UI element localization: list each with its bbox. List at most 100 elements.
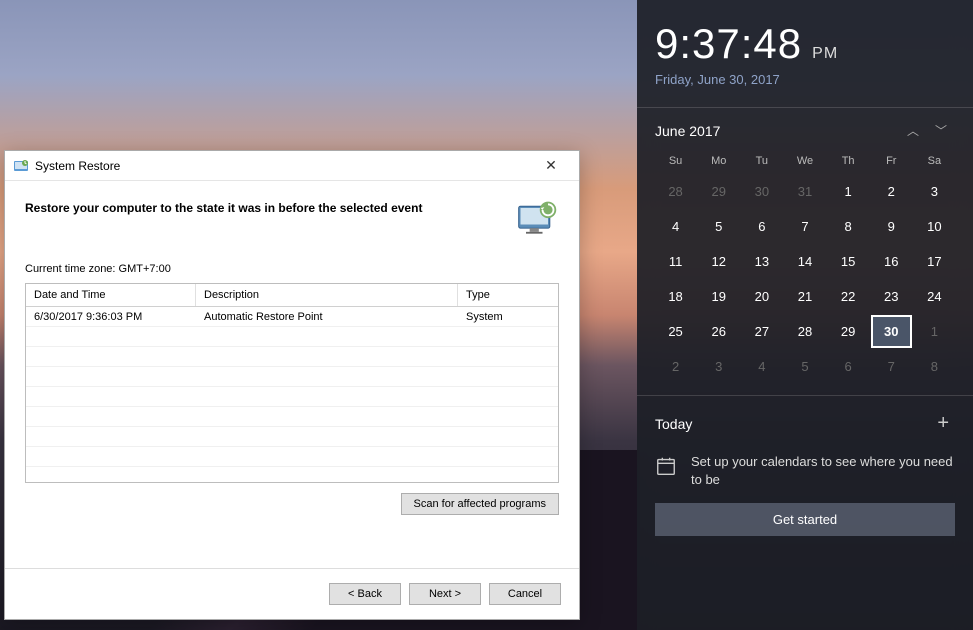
- calendar-dow: Mo: [698, 149, 739, 173]
- calendar-day[interactable]: 30: [741, 175, 782, 208]
- column-description[interactable]: Description: [196, 284, 458, 306]
- calendar-day[interactable]: 19: [698, 280, 739, 313]
- empty-row: [26, 467, 558, 483]
- cell-description: Automatic Restore Point: [196, 309, 458, 325]
- grid-header: Date and Time Description Type: [26, 284, 558, 307]
- agenda-message: Set up your calendars to see where you n…: [691, 453, 955, 489]
- calendar-dow: Su: [655, 149, 696, 173]
- scan-affected-button[interactable]: Scan for affected programs: [401, 493, 559, 515]
- cancel-button[interactable]: Cancel: [489, 583, 561, 605]
- plus-icon: +: [937, 412, 949, 434]
- system-restore-icon: [13, 158, 29, 174]
- calendar-day[interactable]: 16: [871, 245, 912, 278]
- calendar-day[interactable]: 27: [741, 315, 782, 348]
- calendar-day[interactable]: 9: [871, 210, 912, 243]
- add-event-button[interactable]: +: [931, 410, 955, 437]
- calendar-month-label[interactable]: June 2017: [655, 123, 899, 139]
- clock-calendar-flyout: 9:37:48 PM Friday, June 30, 2017 June 20…: [637, 0, 973, 630]
- next-button[interactable]: Next >: [409, 583, 481, 605]
- agenda-title: Today: [655, 416, 931, 432]
- calendar-day-today[interactable]: 30: [871, 315, 912, 348]
- close-icon: ✕: [545, 157, 557, 174]
- clock-time-value: 9:37:48: [655, 20, 802, 68]
- empty-row: [26, 447, 558, 467]
- wizard-footer: < Back Next > Cancel: [5, 568, 579, 619]
- calendar-day[interactable]: 15: [828, 245, 869, 278]
- calendar-day[interactable]: 3: [914, 175, 955, 208]
- calendar-day[interactable]: 14: [784, 245, 825, 278]
- table-row[interactable]: 6/30/2017 9:36:03 PMAutomatic Restore Po…: [26, 307, 558, 327]
- calendar-day[interactable]: 1: [828, 175, 869, 208]
- calendar-day[interactable]: 12: [698, 245, 739, 278]
- calendar-header: June 2017 ︿ ﹀: [655, 108, 955, 149]
- calendar-dow: Tu: [741, 149, 782, 173]
- calendar-day[interactable]: 7: [784, 210, 825, 243]
- calendar-day[interactable]: 11: [655, 245, 696, 278]
- calendar-day[interactable]: 24: [914, 280, 955, 313]
- calendar-day[interactable]: 3: [698, 350, 739, 383]
- calendar-day[interactable]: 18: [655, 280, 696, 313]
- calendar-dow: Sa: [914, 149, 955, 173]
- calendar-day[interactable]: 22: [828, 280, 869, 313]
- calendar-prev-button[interactable]: ︿: [899, 122, 927, 139]
- calendar-day[interactable]: 31: [784, 175, 825, 208]
- page-heading: Restore your computer to the state it wa…: [25, 197, 505, 215]
- content-body: Current time zone: GMT+7:00 Date and Tim…: [5, 251, 579, 568]
- column-type[interactable]: Type: [458, 284, 558, 306]
- system-restore-window: System Restore ✕ Restore your computer t…: [4, 150, 580, 620]
- calendar-day[interactable]: 4: [655, 210, 696, 243]
- clock-date[interactable]: Friday, June 30, 2017: [655, 72, 955, 87]
- calendar-grid: SuMoTuWeThFrSa28293031123456789101112131…: [655, 149, 955, 383]
- calendar-day[interactable]: 25: [655, 315, 696, 348]
- clock-ampm: PM: [812, 45, 838, 63]
- chevron-up-icon: ︿: [907, 124, 919, 138]
- divider: [637, 395, 973, 396]
- calendar-day[interactable]: 8: [914, 350, 955, 383]
- calendar-day[interactable]: 6: [828, 350, 869, 383]
- calendar-next-button[interactable]: ﹀: [927, 122, 955, 139]
- cell-type: System: [458, 309, 558, 325]
- calendar-day[interactable]: 13: [741, 245, 782, 278]
- titlebar[interactable]: System Restore ✕: [5, 151, 579, 181]
- calendar-day[interactable]: 7: [871, 350, 912, 383]
- calendar-day[interactable]: 20: [741, 280, 782, 313]
- column-datetime[interactable]: Date and Time: [26, 284, 196, 306]
- calendar-dow: Fr: [871, 149, 912, 173]
- empty-row: [26, 387, 558, 407]
- calendar-day[interactable]: 28: [655, 175, 696, 208]
- calendar-day[interactable]: 6: [741, 210, 782, 243]
- timezone-label: Current time zone: GMT+7:00: [25, 263, 559, 275]
- calendar-day[interactable]: 10: [914, 210, 955, 243]
- calendar-day[interactable]: 2: [655, 350, 696, 383]
- back-button[interactable]: < Back: [329, 583, 401, 605]
- get-started-button[interactable]: Get started: [655, 503, 955, 536]
- clock-time: 9:37:48 PM: [655, 20, 955, 68]
- empty-row: [26, 427, 558, 447]
- restore-monitor-icon: [515, 197, 559, 241]
- calendar-day[interactable]: 21: [784, 280, 825, 313]
- calendar-day[interactable]: 2: [871, 175, 912, 208]
- empty-row: [26, 367, 558, 387]
- calendar-day[interactable]: 1: [914, 315, 955, 348]
- calendar-day[interactable]: 23: [871, 280, 912, 313]
- content-header: Restore your computer to the state it wa…: [5, 181, 579, 251]
- cell-datetime: 6/30/2017 9:36:03 PM: [26, 309, 196, 325]
- empty-row: [26, 347, 558, 367]
- calendar-day[interactable]: 5: [698, 210, 739, 243]
- restore-points-grid[interactable]: Date and Time Description Type 6/30/2017…: [25, 283, 559, 483]
- calendar-day[interactable]: 8: [828, 210, 869, 243]
- chevron-down-icon: ﹀: [935, 124, 947, 138]
- calendar-dow: We: [784, 149, 825, 173]
- empty-row: [26, 407, 558, 427]
- calendar-day[interactable]: 28: [784, 315, 825, 348]
- window-title: System Restore: [35, 159, 531, 173]
- close-button[interactable]: ✕: [531, 152, 571, 180]
- empty-row: [26, 327, 558, 347]
- calendar-day[interactable]: 29: [698, 175, 739, 208]
- calendar-day[interactable]: 29: [828, 315, 869, 348]
- calendar-day[interactable]: 26: [698, 315, 739, 348]
- calendar-dow: Th: [828, 149, 869, 173]
- calendar-day[interactable]: 17: [914, 245, 955, 278]
- calendar-day[interactable]: 5: [784, 350, 825, 383]
- calendar-day[interactable]: 4: [741, 350, 782, 383]
